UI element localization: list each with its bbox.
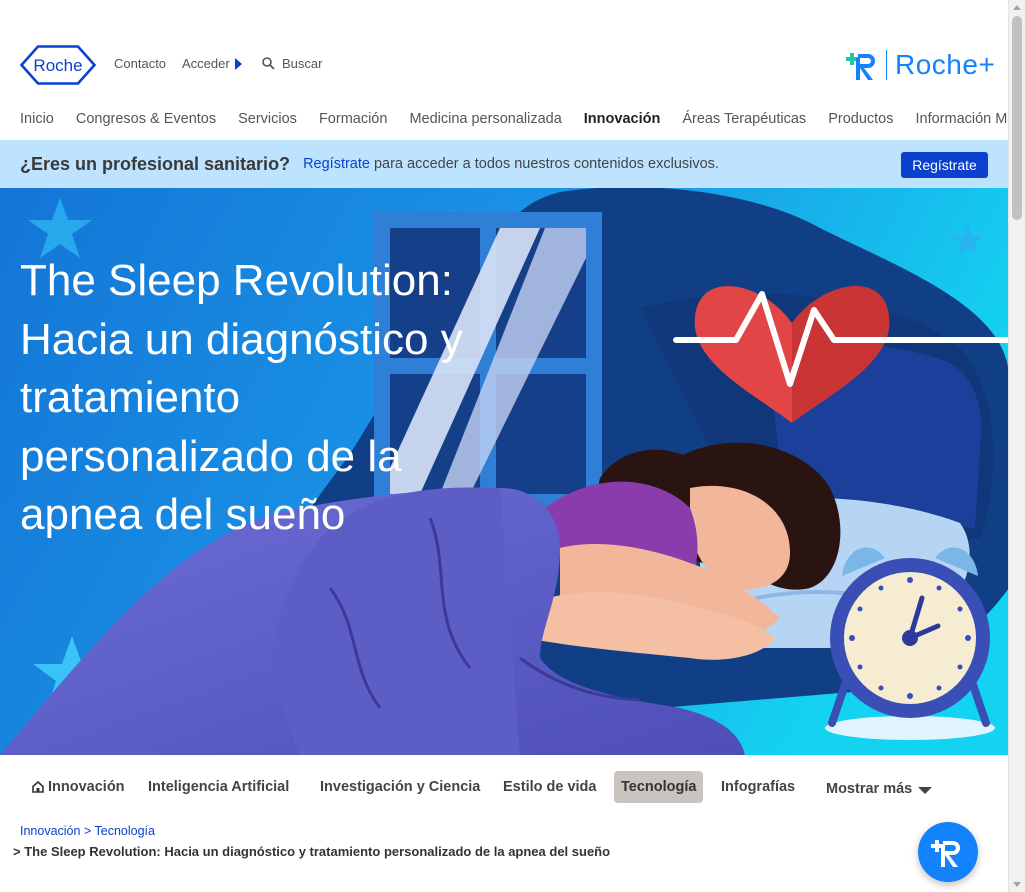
search-label: Buscar: [282, 56, 323, 71]
banner-question: ¿Eres un profesional sanitario?: [20, 153, 291, 174]
subnav-item-innovacion[interactable]: Innovación: [32, 771, 125, 803]
vertical-scrollbar[interactable]: [1008, 0, 1025, 892]
roche-plus-fab-button[interactable]: [918, 822, 978, 882]
brand-text: Roche+: [895, 49, 996, 80]
breadcrumb-separator: >: [83, 824, 92, 838]
breadcrumb-current: > The Sleep Revolution: Hacia un diagnós…: [13, 844, 610, 859]
nav-item-congresos[interactable]: Congresos & Eventos: [76, 111, 216, 127]
nav-item-areas-terapeuticas[interactable]: Áreas Terapéuticas: [682, 111, 806, 127]
breadcrumb-current-title: The Sleep Revolution: Hacia un diagnósti…: [24, 844, 611, 859]
login-label: Acceder: [182, 56, 230, 71]
subnav-item-infografias[interactable]: Infografías: [721, 771, 795, 803]
register-button[interactable]: Regístrate: [901, 152, 988, 178]
nav-item-informacion-medica[interactable]: Información Médica: [915, 111, 1009, 127]
subnav-home-label: Innovación: [48, 779, 125, 795]
breadcrumb-current-prefix: >: [13, 844, 21, 859]
contact-link[interactable]: Contacto: [114, 56, 166, 71]
show-more-button[interactable]: Mostrar más: [826, 773, 933, 805]
hero-title: The Sleep Revolution: Hacia un diagnósti…: [20, 256, 463, 539]
subnav-item-tecnologia[interactable]: Tecnología: [614, 771, 704, 803]
roche-logo[interactable]: Roche: [20, 45, 96, 85]
nav-item-innovacion[interactable]: Innovación: [584, 111, 661, 127]
chevron-down-icon: [918, 786, 933, 794]
subnav-item-estilo-de-vida[interactable]: Estilo de vida: [503, 771, 596, 803]
page: Roche Contacto Acceder Buscar Roche+ Ini…: [0, 0, 1009, 892]
nav-item-inicio[interactable]: Inicio: [20, 111, 54, 127]
logo-text: Roche: [33, 56, 82, 75]
register-banner: ¿Eres un profesional sanitario? Regístra…: [0, 140, 1009, 188]
banner-register-link[interactable]: Regístrate: [303, 156, 370, 172]
roche-plus-icon: [931, 840, 960, 867]
subnav-item-inteligencia-artificial[interactable]: Inteligencia Artificial: [148, 771, 289, 803]
caret-right-icon: [234, 57, 242, 70]
breadcrumb-tecnologia[interactable]: Tecnología: [95, 824, 155, 838]
scroll-up-icon[interactable]: [1013, 5, 1021, 10]
login-link[interactable]: Acceder: [182, 56, 242, 71]
nav-item-servicios[interactable]: Servicios: [238, 111, 297, 127]
scrollbar-thumb[interactable]: [1012, 16, 1022, 220]
subnav-item-investigacion[interactable]: Investigación y Ciencia: [320, 771, 480, 803]
show-more-label: Mostrar más: [826, 781, 913, 797]
roche-plus-brand[interactable]: Roche+: [846, 48, 995, 82]
breadcrumb-innovacion[interactable]: Innovación: [20, 824, 80, 838]
search-link[interactable]: Buscar: [262, 56, 322, 71]
nav-item-productos[interactable]: Productos: [828, 111, 893, 127]
roche-plus-icon: [846, 53, 875, 80]
brand-divider: [886, 50, 887, 80]
nav-item-medicina-personalizada[interactable]: Medicina personalizada: [409, 111, 561, 127]
hero-banner: The Sleep Revolution: Hacia un diagnósti…: [0, 188, 1009, 755]
nav-item-formacion[interactable]: Formación: [319, 111, 388, 127]
banner-text: para acceder a todos nuestros contenidos…: [373, 156, 719, 172]
main-nav: Inicio Congresos & Eventos Servicios For…: [20, 111, 1009, 127]
section-subnav: Innovación Inteligencia Artificial Inves…: [0, 771, 1009, 803]
search-icon: [262, 57, 275, 70]
breadcrumb: Innovación > Tecnología: [20, 824, 155, 838]
contact-label: Contacto: [114, 56, 167, 71]
scroll-down-icon[interactable]: [1013, 882, 1021, 887]
home-icon: [32, 781, 44, 793]
